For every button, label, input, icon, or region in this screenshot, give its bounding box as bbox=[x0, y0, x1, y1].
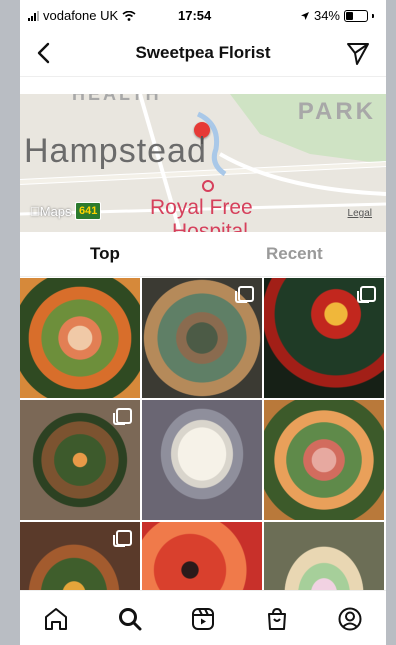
location-map[interactable]: HEALTH PARK Hampstead Royal Free Hospita… bbox=[20, 94, 386, 232]
carousel-icon bbox=[113, 408, 132, 425]
search-icon[interactable] bbox=[116, 605, 144, 633]
carousel-icon bbox=[357, 286, 376, 303]
location-arrow-icon bbox=[300, 11, 309, 20]
maps-brand: Maps bbox=[30, 204, 72, 219]
phone-screen: vodafone UK 17:54 34% Sweetpea Florist H… bbox=[20, 0, 386, 645]
maps-brand-label: Maps bbox=[30, 204, 72, 219]
battery-group: 34% bbox=[300, 8, 374, 23]
feed-tabs: Top Recent bbox=[20, 232, 386, 277]
location-pin-stem bbox=[201, 136, 203, 144]
map-label-poi-line2: Hospital bbox=[172, 220, 248, 232]
tab-recent[interactable]: Recent bbox=[266, 244, 323, 264]
home-icon[interactable] bbox=[42, 605, 70, 633]
map-label-area: Hampstead bbox=[24, 132, 207, 170]
post-thumbnail[interactable] bbox=[20, 400, 140, 520]
tab-top[interactable]: Top bbox=[90, 244, 120, 264]
profile-icon[interactable] bbox=[336, 605, 364, 633]
post-grid bbox=[20, 278, 386, 642]
post-thumbnail[interactable] bbox=[142, 278, 262, 398]
carrier-label: vodafone UK bbox=[43, 8, 119, 23]
post-thumbnail[interactable] bbox=[20, 278, 140, 398]
share-send-icon[interactable] bbox=[344, 39, 372, 67]
post-thumbnail[interactable] bbox=[264, 278, 384, 398]
battery-tip bbox=[372, 13, 374, 18]
shop-icon[interactable] bbox=[263, 605, 291, 633]
post-thumbnail[interactable] bbox=[142, 400, 262, 520]
battery-icon bbox=[344, 9, 368, 22]
carousel-icon bbox=[235, 286, 254, 303]
signal-icon bbox=[28, 10, 39, 21]
map-label-top: HEALTH bbox=[72, 94, 162, 104]
bottom-nav bbox=[20, 590, 386, 645]
reels-icon[interactable] bbox=[189, 605, 217, 633]
map-label-poi: Royal Free bbox=[150, 196, 253, 219]
clock: 17:54 bbox=[178, 8, 212, 23]
road-shield: 641 bbox=[75, 202, 102, 220]
post-thumbnail[interactable] bbox=[264, 400, 384, 520]
status-bar: vodafone UK 17:54 34% bbox=[20, 0, 386, 30]
carousel-icon bbox=[113, 530, 132, 547]
battery-percent: 34% bbox=[313, 8, 340, 23]
top-header: Sweetpea Florist bbox=[20, 30, 386, 77]
map-label-park: PARK bbox=[297, 98, 376, 125]
carrier-group: vodafone UK bbox=[28, 8, 136, 23]
page-title: Sweetpea Florist bbox=[135, 43, 271, 62]
wifi-icon bbox=[122, 10, 136, 21]
map-legal-link[interactable]: Legal bbox=[348, 208, 372, 219]
